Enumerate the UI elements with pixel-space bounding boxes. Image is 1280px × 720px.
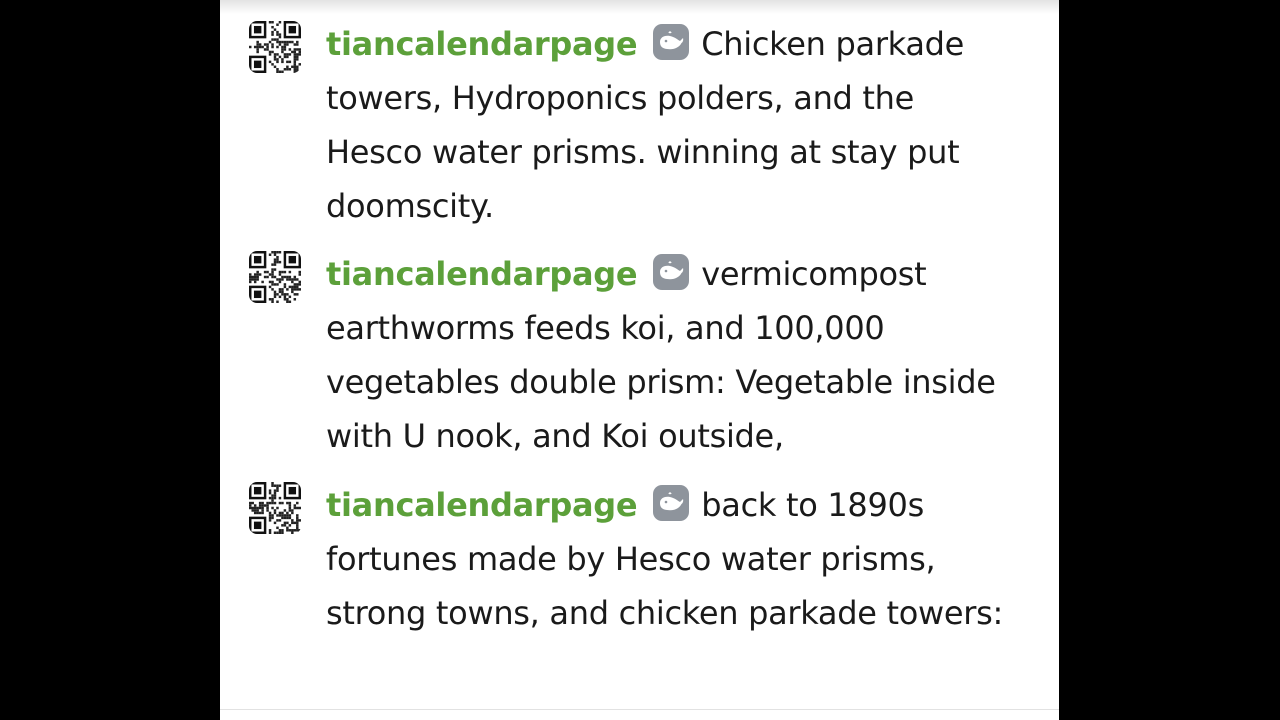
top-shadow xyxy=(220,0,1059,14)
avatar[interactable] xyxy=(249,482,301,534)
divider xyxy=(220,709,1059,710)
whale-icon xyxy=(653,485,690,521)
message-body: tiancalendarpage vermicompost earthworms … xyxy=(326,247,1006,463)
message-body: tiancalendarpage back to 1890s fortunes m… xyxy=(326,478,1006,640)
whale-icon xyxy=(653,24,690,60)
avatar[interactable] xyxy=(249,21,301,73)
username[interactable]: tiancalendarpage xyxy=(326,255,638,293)
username[interactable]: tiancalendarpage xyxy=(326,25,638,63)
username[interactable]: tiancalendarpage xyxy=(326,486,638,524)
message-body: tiancalendarpage Chicken parkade towers, … xyxy=(326,17,1006,233)
chat-panel: tiancalendarpage Chicken parkade towers, … xyxy=(220,0,1059,720)
video-frame: tiancalendarpage Chicken parkade towers, … xyxy=(0,0,1280,720)
avatar[interactable] xyxy=(249,251,301,303)
whale-icon xyxy=(653,254,690,290)
